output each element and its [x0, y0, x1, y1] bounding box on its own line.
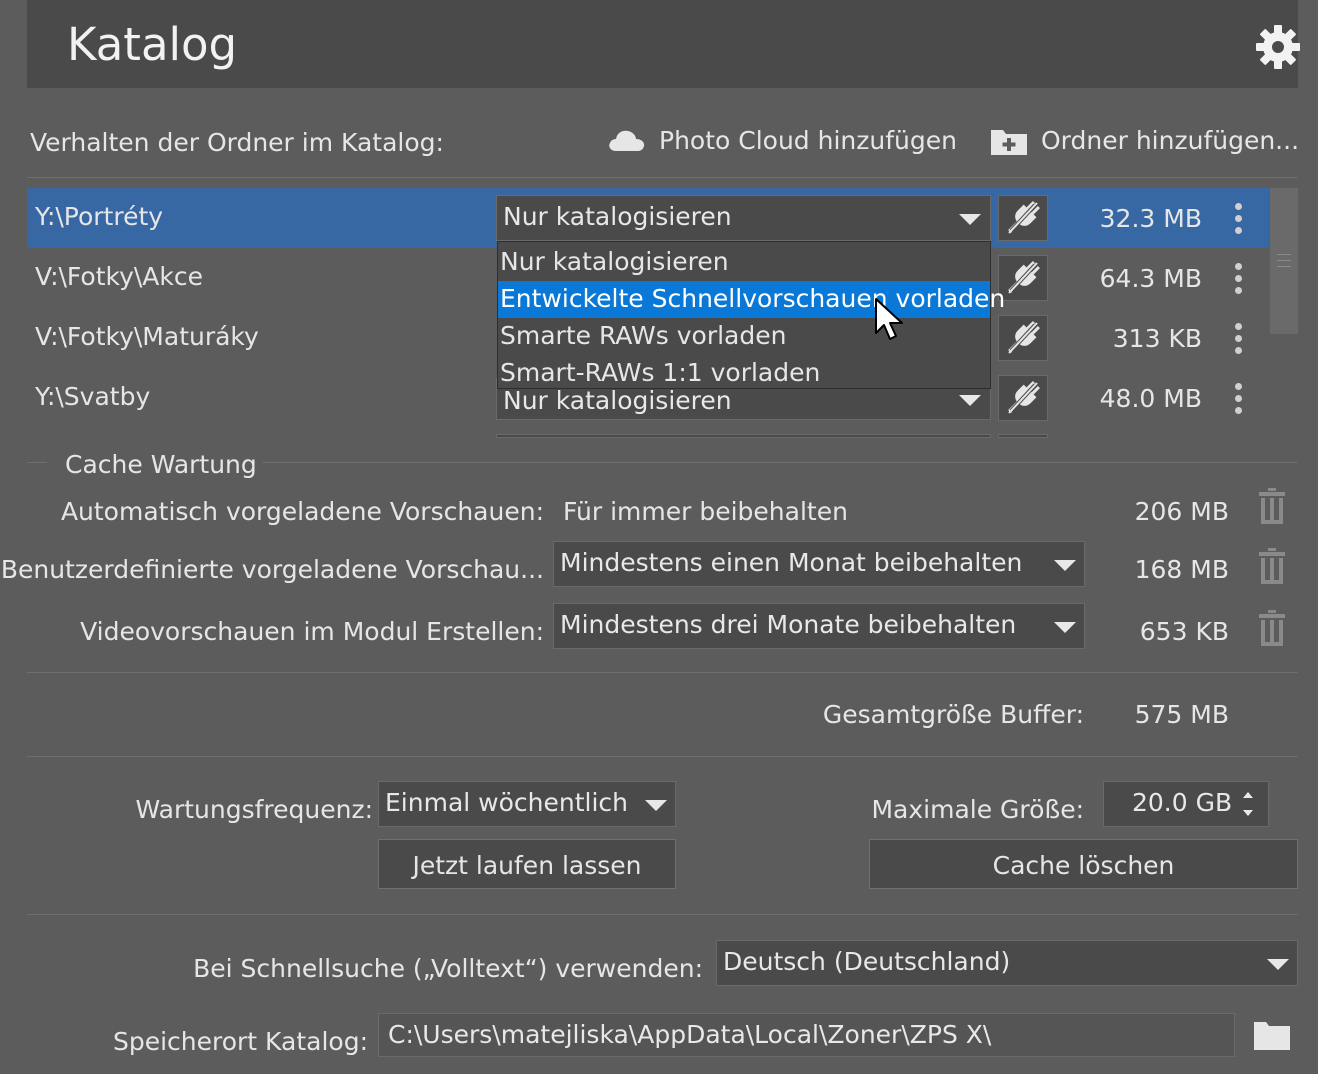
auto-previews-value: Für immer beibehalten	[563, 497, 848, 526]
run-now-button[interactable]: Jetzt laufen lassen	[378, 839, 676, 889]
mouse-cursor-icon	[875, 298, 903, 340]
catalog-location-value: C:\Users\matejliska\AppData\Local\Zoner\…	[388, 1020, 992, 1049]
folder-size: 313 KB	[1112, 324, 1202, 353]
catalog-location-label: Speicherort Katalog:	[112, 1027, 368, 1056]
trash-icon[interactable]	[1259, 488, 1285, 524]
frequency-label: Wartungsfrequenz:	[135, 795, 374, 824]
section-title: Cache Wartung	[65, 450, 257, 479]
folder-path: Y:\Portréty	[35, 202, 164, 231]
unplug-icon	[1008, 321, 1040, 354]
popup-option[interactable]: Entwickelte Schnellvorschauen vorladen	[498, 281, 1005, 318]
folder-path: V:\Fotky\Maturáky	[35, 322, 259, 351]
photo-cloud-label: Photo Cloud hinzufügen	[659, 126, 957, 155]
max-size-value: 20.0 GB	[1132, 788, 1233, 817]
more-icon[interactable]	[1235, 263, 1243, 299]
folder-path: V:\Fotky\Akce	[35, 262, 204, 291]
folder-mode-popup: Nur katalogisieren Entwickelte Schnellvo…	[497, 241, 1005, 392]
divider	[262, 462, 1298, 463]
max-size-label: Maximale Größe:	[871, 795, 1084, 824]
more-icon[interactable]	[1235, 383, 1243, 419]
max-size-spinbox[interactable]: 20.0 GB	[1103, 781, 1269, 827]
disconnect-button[interactable]	[998, 255, 1048, 301]
auto-previews-label: Automatisch vorgeladene Vorschauen:	[60, 497, 544, 526]
unplug-icon	[1008, 261, 1040, 294]
trash-icon[interactable]	[1259, 610, 1285, 646]
custom-previews-size: 168 MB	[1134, 555, 1229, 584]
chevron-down-icon	[1054, 560, 1076, 571]
folders-label: Verhalten der Ordner im Katalog:	[30, 128, 444, 157]
chevron-down-icon	[1267, 959, 1289, 970]
popup-option[interactable]: Nur katalogisieren	[498, 244, 990, 281]
divider	[27, 672, 1298, 673]
folder-path: Y:\Svatby	[35, 382, 151, 411]
custom-previews-value: Mindestens einen Monat beibehalten	[560, 548, 1023, 577]
divider	[27, 177, 1298, 178]
chevron-down-icon	[645, 800, 667, 811]
folder-size: 64.3 MB	[1099, 264, 1202, 293]
page-title: Katalog	[67, 18, 238, 71]
scrollbar[interactable]	[1270, 188, 1298, 334]
chevron-down-icon	[1054, 622, 1076, 633]
scroll-grip-icon	[1277, 254, 1291, 267]
folder-browse-icon[interactable]	[1253, 1019, 1291, 1051]
trash-icon[interactable]	[1259, 548, 1285, 584]
search-language-label: Bei Schnellsuche („Volltext“) verwenden:	[193, 954, 703, 983]
folder-size: 48.0 MB	[1099, 384, 1202, 413]
gear-icon[interactable]	[1255, 24, 1301, 70]
popup-option[interactable]: Smarte RAWs vorladen	[498, 318, 990, 355]
video-previews-value: Mindestens drei Monate beibehalten	[560, 610, 1017, 639]
folder-mode-select	[496, 434, 991, 438]
divider	[27, 914, 1298, 915]
unplug-icon	[1008, 201, 1040, 234]
chevron-down-icon	[959, 214, 981, 225]
catalog-location-field[interactable]: C:\Users\matejliska\AppData\Local\Zoner\…	[378, 1013, 1235, 1057]
video-previews-size: 653 KB	[1139, 617, 1229, 646]
divider	[27, 756, 1298, 757]
auto-previews-size: 206 MB	[1134, 497, 1229, 526]
search-language-select[interactable]: Deutsch (Deutschland)	[716, 940, 1298, 986]
add-folder-label: Ordner hinzufügen...	[1041, 126, 1300, 155]
video-previews-label: Videovorschauen im Modul Erstellen:	[80, 617, 544, 646]
disconnect-button[interactable]	[998, 195, 1048, 241]
cloud-icon	[609, 130, 645, 151]
total-size-label: Gesamtgröße Buffer:	[822, 700, 1084, 729]
frequency-value: Einmal wöchentlich	[385, 788, 628, 817]
popup-option[interactable]: Smart-RAWs 1:1 vorladen	[498, 355, 990, 392]
chevron-down-icon	[959, 395, 981, 406]
search-language-value: Deutsch (Deutschland)	[723, 947, 1011, 976]
disconnect-button[interactable]	[998, 375, 1048, 421]
total-size-value: 575 MB	[1134, 700, 1229, 729]
clear-cache-button[interactable]: Cache löschen	[869, 839, 1298, 889]
header-bar: Katalog	[27, 0, 1301, 88]
folder-add-icon	[991, 130, 1027, 155]
unplug-icon	[1008, 381, 1040, 414]
custom-previews-select[interactable]: Mindestens einen Monat beibehalten	[553, 541, 1085, 587]
disconnect-button	[998, 434, 1048, 438]
spinner-arrows-icon[interactable]	[1240, 788, 1256, 820]
folder-mode-select[interactable]: Nur katalogisieren	[496, 195, 991, 241]
divider	[27, 462, 47, 463]
frequency-select[interactable]: Einmal wöchentlich	[378, 781, 676, 827]
more-icon[interactable]	[1235, 323, 1243, 359]
video-previews-select[interactable]: Mindestens drei Monate beibehalten	[553, 603, 1085, 649]
folder-size: 32.3 MB	[1099, 204, 1202, 233]
more-icon[interactable]	[1235, 203, 1243, 239]
folder-mode-value: Nur katalogisieren	[503, 202, 732, 231]
custom-previews-label: Benutzerdefinierte vorgeladene Vorschau.…	[0, 555, 544, 584]
disconnect-button[interactable]	[998, 315, 1048, 361]
